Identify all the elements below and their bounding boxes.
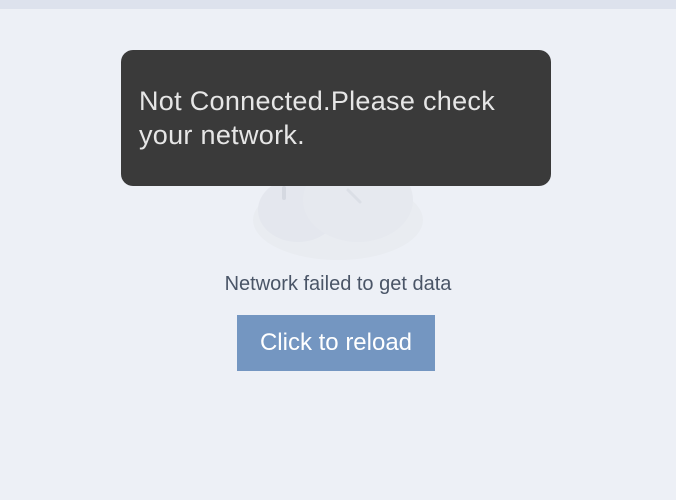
reload-button[interactable]: Click to reload	[237, 315, 435, 371]
connection-toast: Not Connected.Please check your network.	[121, 50, 551, 186]
toast-message: Not Connected.Please check your network.	[139, 86, 496, 150]
network-error-message: Network failed to get data	[224, 273, 452, 295]
top-bar	[0, 0, 676, 9]
